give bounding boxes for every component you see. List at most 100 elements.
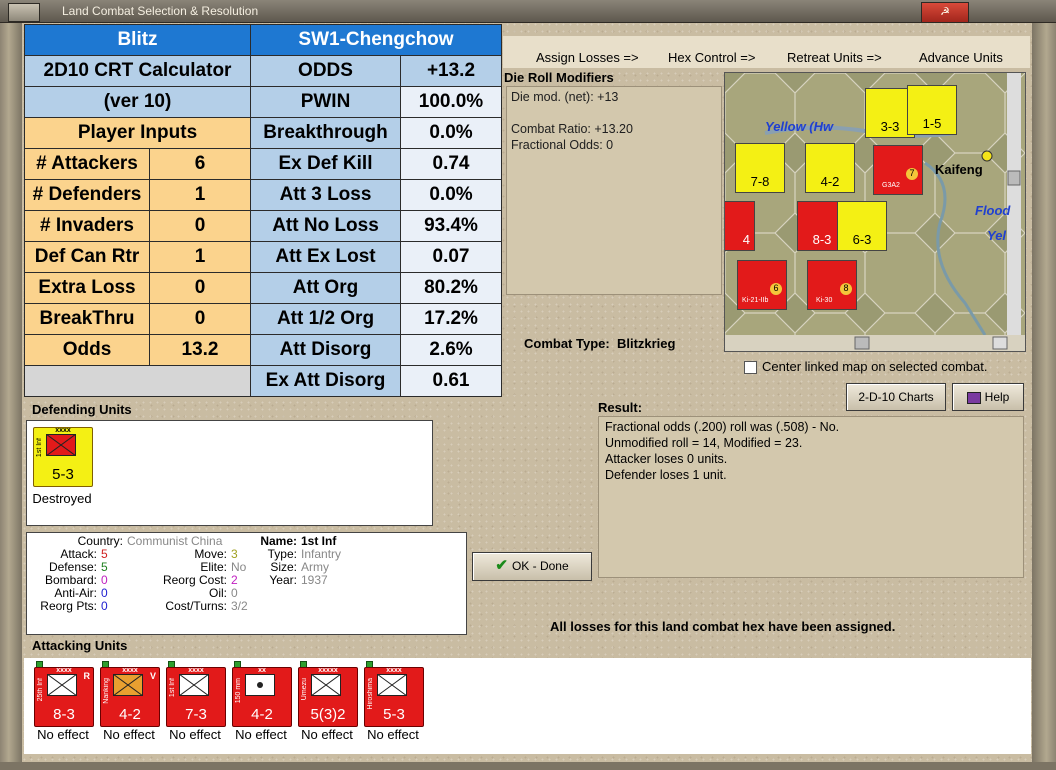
combat-type-value: Blitzkrieg	[616, 336, 676, 351]
crt-input-value: 0	[149, 272, 251, 304]
unit-size: xxxx	[55, 427, 71, 434]
combat-type-label: Combat Type:	[524, 336, 610, 351]
reorg-pts-value: 0	[101, 599, 108, 613]
map-unit[interactable]: 1-5	[907, 85, 957, 135]
name-label: Name:	[260, 534, 297, 548]
unit-effect: No effect	[103, 727, 155, 742]
crt-stat-value: 80.2%	[400, 272, 502, 304]
crt-stat-value: 93.4%	[400, 210, 502, 242]
retreat-units-link[interactable]: Retreat Units =>	[787, 50, 882, 65]
ok-done-button[interactable]: ✔ OK - Done	[472, 552, 592, 581]
map-unit-value: 7-8	[750, 174, 770, 189]
losses-assigned-message: All losses for this land combat hex have…	[550, 619, 896, 634]
map-unit[interactable]: 4-2	[805, 143, 855, 193]
unit-name: Hiroshima	[367, 678, 374, 710]
reorg-cost-value: 2	[231, 573, 238, 587]
unit-badge: V	[149, 671, 156, 681]
crt-row: Def Can Rtr 1 Att Ex Lost 0.07	[24, 241, 502, 273]
crt-row: Blitz SW1-Chengchow	[24, 24, 502, 56]
crt-stat-label: Att Org	[250, 272, 401, 304]
crt-input-value: 6	[149, 148, 251, 180]
crt-row: Ex Att Disorg 0.61	[24, 365, 502, 397]
help-button-label: Help	[984, 390, 1010, 404]
aircraft-number: 6	[770, 283, 782, 295]
reorg-pts-label: Reorg Pts:	[40, 599, 97, 613]
attacking-unit-counter[interactable]: xxxx Hiroshima 5-3	[364, 667, 424, 727]
defense-label: Defense:	[48, 560, 97, 574]
hex-control-link[interactable]: Hex Control =>	[668, 50, 755, 65]
elite-value: No	[231, 560, 247, 574]
crt-row: Extra Loss 0 Att Org 80.2%	[24, 272, 502, 304]
crt-stat-value: 0.74	[400, 148, 502, 180]
crt-stat-label: Ex Def Kill	[250, 148, 401, 180]
crt-stat-label: Att Ex Lost	[250, 241, 401, 273]
year-label: Year:	[269, 573, 297, 587]
map-unit[interactable]: 7-8	[735, 143, 785, 193]
map-label-flood: Flood	[975, 203, 1011, 218]
crt-input-value: 1	[149, 241, 251, 273]
result-title: Result:	[598, 400, 643, 415]
unit-size: xxxx	[386, 667, 402, 674]
unit-badge: R	[83, 671, 91, 681]
title-bar[interactable]: Land Combat Selection & Resolution ☭	[0, 0, 1056, 23]
attacking-unit-counter[interactable]: xxxx 25th Inf R 8-3	[34, 667, 94, 727]
unit-strength: 4-2	[119, 706, 141, 723]
book-icon	[966, 391, 981, 404]
aircraft-label: G3A2	[882, 182, 900, 189]
center-map-checkbox[interactable]	[744, 361, 757, 374]
crt-stat-value: 0.61	[400, 365, 502, 397]
defense-value: 5	[101, 560, 108, 574]
unit-size: xxxx	[188, 667, 204, 674]
cost-turns-value: 3/2	[231, 599, 248, 613]
system-menu-button[interactable]	[8, 3, 40, 22]
attacking-unit-counter[interactable]: xx 150 mm 4-2	[232, 667, 292, 727]
type-label: Type:	[267, 547, 297, 561]
map-aircraft[interactable]: 6 Ki-21-IIb	[737, 260, 787, 310]
elite-label: Elite:	[200, 560, 227, 574]
hammer-sickle-icon: ☭	[940, 6, 950, 18]
crt-stat-label: Ex Att Disorg	[250, 365, 401, 397]
map-aircraft[interactable]: 7 G3A2	[873, 145, 923, 195]
crt-input-label: # Invaders	[24, 210, 150, 242]
infantry-icon	[45, 433, 77, 457]
crt-left-cell: (ver 10)	[24, 86, 251, 118]
attacking-unit-counter[interactable]: xxxxx Umezu 5(3)2	[298, 667, 358, 727]
unit-strength: 5-3	[52, 466, 74, 483]
move-label: Move:	[194, 547, 227, 561]
close-button[interactable]: ☭	[921, 2, 969, 23]
defending-unit-counter[interactable]: xxxx 1st Inf 5-3	[33, 427, 93, 487]
map-aircraft[interactable]: 8 Ki-30	[807, 260, 857, 310]
crt-stat-label: PWIN	[250, 86, 401, 118]
attacking-unit-counter[interactable]: xxxx Nanking V 4-2	[100, 667, 160, 727]
attacking-unit-counter[interactable]: xxxx 1st Inf 7-3	[166, 667, 226, 727]
unit-type-icon	[376, 673, 408, 697]
antiair-label: Anti-Air:	[54, 586, 97, 600]
crt-row: # Attackers 6 Ex Def Kill 0.74	[24, 148, 502, 180]
linked-map[interactable]: Yellow (Hw Kaifeng Flood Yel 3-3 1-5 7-8…	[724, 72, 1026, 352]
crt-stat-label: Att 1/2 Org	[250, 303, 401, 335]
help-button[interactable]: Help	[952, 383, 1024, 411]
assign-losses-link[interactable]: Assign Losses =>	[536, 50, 639, 65]
window-title: Land Combat Selection & Resolution	[62, 4, 259, 18]
crt-stat-label: Att 3 Loss	[250, 179, 401, 211]
crt-stat-value: 0.0%	[400, 117, 502, 149]
map-unit[interactable]: 6-3	[837, 201, 887, 251]
unit-effect: No effect	[169, 727, 221, 742]
antiair-value: 0	[101, 586, 108, 600]
map-unit[interactable]: 4	[725, 201, 755, 251]
charts-button[interactable]: 2-D-10 Charts	[846, 383, 946, 411]
country-value: Communist China	[127, 534, 223, 548]
unit-name: 25th Inf	[37, 678, 44, 702]
advance-units-link[interactable]: Advance Units	[919, 50, 1003, 65]
crt-row: 2D10 CRT Calculator ODDS +13.2	[24, 55, 502, 87]
crt-row: (ver 10) PWIN 100.0%	[24, 86, 502, 118]
unit-size: xxxxx	[318, 667, 338, 674]
result-line: Defender loses 1 unit.	[605, 468, 727, 482]
crt-stat-label: Breakthrough	[250, 117, 401, 149]
oil-label: Oil:	[209, 586, 227, 600]
unit-type-icon	[112, 673, 144, 697]
size-value: Army	[301, 560, 329, 574]
aircraft-label: Ki-21-IIb	[742, 297, 769, 304]
die-roll-box: Die mod. (net): +13 Combat Ratio: +13.20…	[506, 86, 722, 295]
unit-strength: 8-3	[53, 706, 75, 723]
